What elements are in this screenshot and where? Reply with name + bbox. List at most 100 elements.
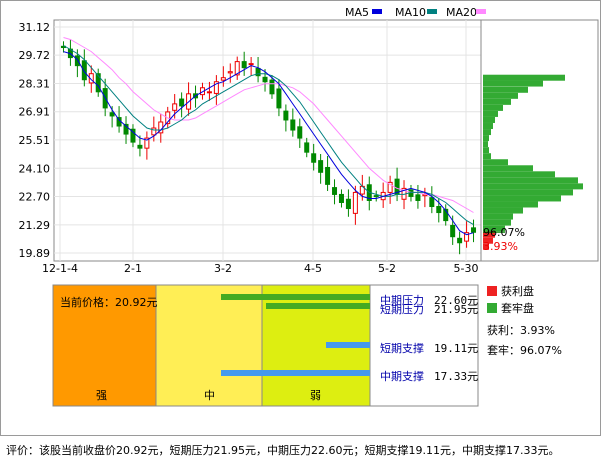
y-tick-label: 29.72 [19,49,51,62]
candle-body [172,103,178,111]
volume-profile-bar [483,80,543,87]
legend-ma10-swatch [427,9,437,14]
candle-body [276,88,282,109]
legend-ma5-label: MA5 [345,6,369,19]
candle-body [74,55,80,67]
candle-body [338,193,344,203]
level-short-pressure-name: 短期压力 [380,302,424,316]
volume-profile-bar [483,219,511,226]
loss-percent-label: 3.93% [483,240,518,253]
level-short-support-value: 19.11元 [434,342,478,355]
candle-body [206,91,212,94]
trapped-swatch [487,303,497,313]
candle-body [290,119,296,131]
volume-profile-bar [483,207,523,214]
volume-profile-bar [483,213,513,220]
candle-body [436,206,442,214]
chip-legend: 获利盘 套牢盘 获利：3.93% 套牢：96.07% [487,284,562,357]
volume-profile-bar [483,104,503,111]
candle-body [373,195,379,198]
candle-body [450,224,456,238]
candle-body [429,197,435,208]
candle-body [227,71,233,74]
y-tick-label: 19.89 [19,247,51,260]
level-bar [221,370,370,376]
stock-chart: MA5 MA10 MA20 31.12 29.72 28.31 26.91 25.51 2… [19,6,599,407]
zone-medium-label: 中 [204,389,215,402]
volume-profile-bar [483,98,511,105]
profit-swatch [487,286,497,296]
level-bar [326,342,370,348]
candle-body [345,198,351,210]
volume-profile-bar [483,92,518,99]
y-tick-label: 31.12 [19,21,51,34]
candle-body [352,191,358,214]
volume-profile-bar [483,189,573,196]
x-tick-label: 2-1 [124,262,142,275]
candle-body [415,194,421,201]
y-tick-label: 24.10 [19,162,51,175]
level-mid-support-value: 17.33元 [434,370,478,383]
volume-profile-bar [483,141,488,148]
x-tick-label: 5-30 [454,262,479,275]
y-tick-label: 25.51 [19,134,51,147]
candle-body [332,187,338,195]
candle-body [269,79,275,95]
profit-legend-label: 获利盘 [501,284,534,298]
volume-profile-bar [483,123,493,130]
volume-profile-bar [483,116,495,123]
trapped-legend-label: 套牢盘 [501,301,534,315]
current-price-label: 当前价格：20.92元 [60,295,158,309]
y-tick-label: 26.91 [19,106,51,119]
x-tick-label: 4-5 [304,262,322,275]
candle-body [325,166,331,185]
zone-medium [155,284,263,407]
volume-profile-bar [483,201,538,208]
profit-percent-label: 96.07% [483,226,525,239]
candle-body [179,98,185,107]
legend-ma20-label: MA20 [446,6,477,19]
level-mid-support-name: 中期支撑 [380,369,424,383]
level-bar [266,303,370,309]
trapped-text: 套牢：96.07% [487,343,562,357]
x-tick-label: 5-2 [378,262,396,275]
y-axis-ticks: 31.12 29.72 28.31 26.91 25.51 24.10 22.70 21.29… [19,21,51,260]
legend-ma5-swatch [372,9,382,14]
level-short-support-name: 短期支撑 [380,341,424,355]
volume-profile-bar [483,177,578,184]
candle-body [297,126,303,139]
legend-ma20-swatch [476,9,486,14]
candle-body [283,110,289,121]
volume-profile-bar [483,110,498,117]
candle-body [457,237,463,244]
candle-body [137,144,143,149]
candle-body [304,142,310,153]
x-axis-ticks: 12-1-4 2-1 3-2 4-5 5-2 5-30 [42,262,478,275]
candle-body [471,227,477,233]
volume-profile-bar [483,171,555,178]
x-tick-label: 12-1-4 [42,262,78,275]
candle-body [151,127,157,136]
volume-profile-bar [483,74,565,81]
pressure-support-panel: 当前价格：20.92元 强 中 弱 中期压力 22.60元 短期压力 21.95… [52,284,479,407]
x-tick-label: 3-2 [214,262,232,275]
y-tick-label: 22.70 [19,190,51,203]
volume-profile-bar [483,183,583,190]
candle-body [318,160,324,173]
volume-profile-bar [483,86,528,93]
candle-body [311,153,317,163]
ma-legend: MA5 MA10 MA20 [345,6,486,19]
volume-profile-bar [483,129,491,136]
zone-weak-label: 弱 [310,389,321,402]
candle-body [248,63,254,66]
volume-profile-bar [483,153,491,160]
level-short-pressure-value: 21.95元 [434,303,478,316]
candle-body [262,76,268,83]
candle-body [241,61,247,69]
y-tick-label: 21.29 [19,219,51,232]
candle-body [109,112,115,117]
volume-profile-bar [483,159,508,166]
volume-profile-bar [483,165,533,172]
volume-profile-bar [483,135,489,142]
volume-profile-bar [483,147,489,154]
